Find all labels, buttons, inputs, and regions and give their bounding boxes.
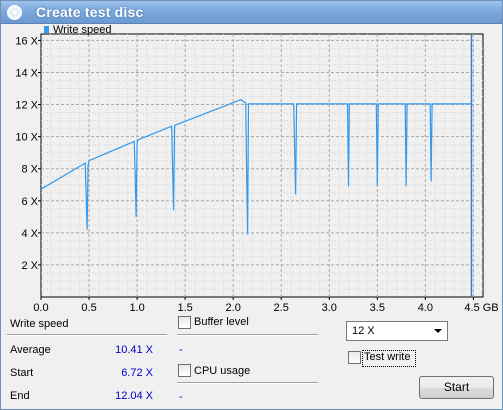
x-tick-label: 0.0 (33, 302, 48, 312)
write-speed-heading: Write speed (10, 318, 69, 330)
x-tick-label: 3.5 (370, 302, 385, 312)
write-speed-chart: 2 X 4 X 6 X 8 X 10 X 12 X 14 X 16 X 0.0 0.5 1.0 1.… (1, 24, 502, 312)
average-value: 10.41 X (115, 344, 153, 356)
test-write-label[interactable]: Test write (364, 351, 410, 363)
x-tick-label: 4.0 (418, 302, 433, 312)
title-bar: Create test disc (1, 1, 502, 24)
y-axis-ticks: 2 X 4 X 6 X 8 X 10 X 12 X 14 X 16 X (15, 35, 41, 272)
cpu-usage-label: CPU usage (194, 365, 251, 377)
y-tick-label: 12 X (15, 100, 38, 112)
y-tick-label: 2 X (21, 260, 38, 272)
x-tick-label: 0.5 (81, 302, 96, 312)
start-label: Start (10, 367, 34, 379)
chevron-down-icon (434, 329, 442, 333)
write-speed-select[interactable]: 12 X (346, 321, 448, 341)
test-write-checkbox[interactable] (348, 351, 361, 364)
legend-label: Write speed (53, 24, 112, 36)
average-label: Average (10, 344, 51, 356)
cpu-usage-checkbox[interactable] (178, 364, 191, 377)
chart-svg: 2 X 4 X 6 X 8 X 10 X 12 X 14 X 16 X 0.0 0.5 1.0 1.… (15, 24, 499, 312)
legend-swatch (44, 26, 49, 33)
x-tick-label: 4.5 GB (464, 302, 498, 312)
separator-buffer (177, 334, 318, 336)
x-tick-label: 2.5 (274, 302, 289, 312)
y-tick-label: 6 X (21, 196, 38, 208)
x-tick-label: 3.0 (322, 302, 337, 312)
y-tick-label: 4 X (21, 228, 38, 240)
separator-left (7, 334, 167, 336)
y-tick-label: 8 X (21, 164, 38, 176)
write-speed-select-value: 12 X (352, 325, 375, 337)
y-tick-label: 14 X (15, 67, 38, 79)
y-tick-label: 10 X (15, 132, 38, 144)
window-title: Create test disc (36, 4, 144, 20)
disc-icon (7, 5, 22, 20)
buffer-level-value: - (179, 344, 183, 356)
cpu-usage-value: - (179, 391, 183, 403)
x-axis-ticks: 0.0 0.5 1.0 1.5 2.0 2.5 3.0 3.5 4.0 4.5 GB (33, 297, 499, 312)
buffer-level-checkbox[interactable] (178, 316, 191, 329)
start-button[interactable]: Start (419, 376, 494, 399)
create-test-disc-window: Create test disc 2 X 4 X 6 X 8 X 10 X 12 X 14 … (0, 0, 503, 410)
separator-cpu (177, 382, 318, 384)
x-tick-label: 2.0 (226, 302, 241, 312)
buffer-level-label: Buffer level (194, 316, 249, 328)
x-tick-label: 1.5 (177, 302, 192, 312)
end-value: 12.04 X (115, 390, 153, 402)
x-tick-label: 1.0 (129, 302, 144, 312)
end-label: End (10, 390, 30, 402)
start-value: 6.72 X (121, 367, 153, 379)
y-tick-label: 16 X (15, 35, 38, 47)
